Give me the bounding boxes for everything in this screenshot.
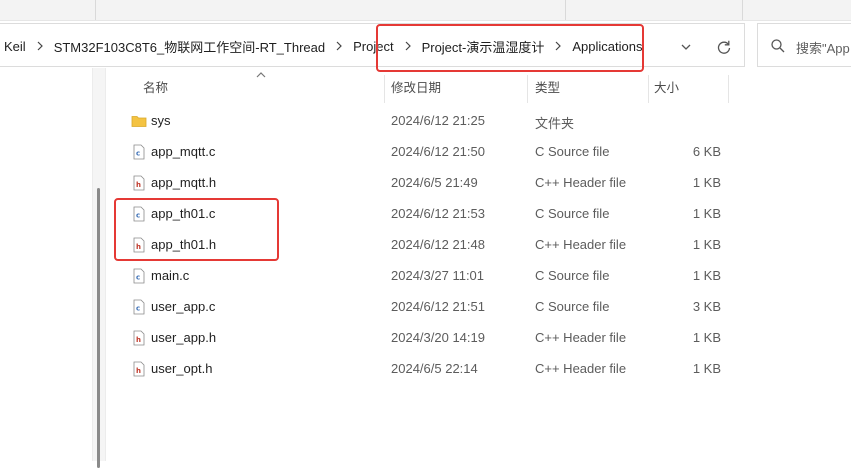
nav-scrollbar[interactable]: [92, 68, 106, 468]
c-source-icon: c: [133, 299, 145, 315]
column-divider[interactable]: [527, 75, 528, 103]
breadcrumb-item[interactable]: Project-演示温湿度计: [418, 37, 549, 56]
svg-text:c: c: [136, 212, 140, 220]
folder-icon: [131, 116, 147, 127]
file-name: user_app.h: [151, 330, 217, 345]
column-divider[interactable]: [728, 75, 729, 103]
file-row[interactable]: c app_mqtt.c 2024/6/12 21:50 C Source fi…: [107, 136, 851, 167]
tab-divider: [742, 0, 743, 20]
file-size: 1 KB: [692, 330, 721, 345]
breadcrumb-item[interactable]: Keil: [0, 39, 30, 54]
breadcrumb-item-current[interactable]: Applications: [568, 39, 646, 54]
file-date: 2024/6/12 21:53: [391, 206, 485, 221]
file-row[interactable]: h user_app.h 2024/3/20 14:19 C++ Header …: [107, 322, 851, 353]
file-name: app_mqtt.h: [151, 175, 217, 190]
svg-text:c: c: [136, 150, 140, 158]
scrollbar-thumb[interactable]: [97, 188, 100, 468]
file-type: C Source file: [535, 206, 610, 221]
tab-strip: [0, 0, 851, 21]
file-size: 6 KB: [692, 144, 721, 159]
file-row[interactable]: h user_opt.h 2024/6/5 22:14 C++ Header f…: [107, 353, 851, 384]
file-row[interactable]: sys 2024/6/12 21:25 文件夹: [107, 105, 851, 136]
chevron-down-icon[interactable]: [676, 37, 696, 57]
c-source-icon: c: [133, 206, 145, 222]
header-file-icon: h: [133, 237, 145, 253]
file-name: sys: [151, 113, 171, 128]
file-type: C Source file: [535, 299, 610, 314]
sort-up-icon: [256, 72, 266, 78]
file-date: 2024/6/12 21:50: [391, 144, 485, 159]
file-list: sys 2024/6/12 21:25 文件夹 c app_mqtt.c 202…: [107, 105, 851, 384]
file-size: 1 KB: [692, 237, 721, 252]
c-source-icon: c: [133, 144, 145, 160]
file-name: app_th01.h: [151, 237, 217, 252]
svg-text:h: h: [136, 367, 141, 375]
search-placeholder: 搜索"App: [796, 41, 850, 56]
file-date: 2024/3/20 14:19: [391, 330, 485, 345]
file-date: 2024/6/5 21:49: [391, 175, 478, 190]
file-row[interactable]: h app_th01.h 2024/6/12 21:48 C++ Header …: [107, 229, 851, 260]
file-date: 2024/6/12 21:48: [391, 237, 485, 252]
tab-divider: [565, 0, 566, 20]
file-type: C Source file: [535, 268, 610, 283]
navigation-pane[interactable]: [0, 68, 92, 461]
file-name: user_app.c: [151, 299, 216, 314]
column-date[interactable]: 修改日期: [391, 75, 441, 101]
file-type: C++ Header file: [535, 361, 627, 376]
breadcrumb-item[interactable]: STM32F103C8T6_物联网工作空间-RT_Thread: [50, 37, 329, 56]
chevron-right-icon[interactable]: [332, 39, 346, 53]
column-size[interactable]: 大小: [654, 75, 679, 101]
file-date: 2024/3/27 11:01: [391, 268, 485, 283]
file-type: 文件夹: [535, 116, 575, 131]
column-type[interactable]: 类型: [535, 75, 560, 101]
file-date: 2024/6/12 21:51: [391, 299, 485, 314]
file-type: C++ Header file: [535, 175, 627, 190]
svg-text:h: h: [136, 243, 141, 251]
svg-text:h: h: [136, 181, 141, 189]
file-size: 1 KB: [692, 268, 721, 283]
breadcrumb: Keil STM32F103C8T6_物联网工作空间-RT_Thread Pro…: [0, 24, 646, 68]
tab-divider: [95, 0, 96, 20]
column-name[interactable]: 名称: [143, 75, 168, 101]
header-file-icon: h: [133, 330, 145, 346]
file-row[interactable]: h app_mqtt.h 2024/6/5 21:49 C++ Header f…: [107, 167, 851, 198]
file-date: 2024/6/12 21:25: [391, 113, 485, 128]
header-file-icon: h: [133, 175, 145, 191]
chevron-right-icon[interactable]: [551, 39, 565, 53]
file-name: app_mqtt.c: [151, 144, 216, 159]
file-size: 3 KB: [692, 299, 721, 314]
file-type: C Source file: [535, 144, 610, 159]
refresh-icon[interactable]: [714, 37, 734, 57]
header-file-icon: h: [133, 361, 145, 377]
chevron-right-icon[interactable]: [401, 39, 415, 53]
column-divider[interactable]: [648, 75, 649, 103]
c-source-icon: c: [133, 268, 145, 284]
file-size: 1 KB: [692, 175, 721, 190]
file-size: 1 KB: [692, 361, 721, 376]
file-date: 2024/6/5 22:14: [391, 361, 478, 376]
file-name: user_opt.h: [151, 361, 213, 376]
file-row[interactable]: c user_app.c 2024/6/12 21:51 C Source fi…: [107, 291, 851, 322]
file-row[interactable]: c main.c 2024/3/27 11:01 C Source file 1…: [107, 260, 851, 291]
file-size: 1 KB: [692, 206, 721, 221]
breadcrumb-item[interactable]: Project: [349, 39, 397, 54]
file-row[interactable]: c app_th01.c 2024/6/12 21:53 C Source fi…: [107, 198, 851, 229]
chevron-right-icon[interactable]: [33, 39, 47, 53]
search-icon: [771, 39, 785, 53]
svg-text:c: c: [136, 274, 140, 282]
svg-text:c: c: [136, 305, 140, 313]
file-type: C++ Header file: [535, 237, 627, 252]
column-divider[interactable]: [384, 75, 385, 103]
search-input[interactable]: 搜索"App: [757, 23, 851, 67]
file-name: main.c: [151, 268, 190, 283]
svg-text:h: h: [136, 336, 141, 344]
column-header: 名称 修改日期 类型 大小: [107, 72, 851, 103]
file-name: app_th01.c: [151, 206, 216, 221]
address-bar[interactable]: Keil STM32F103C8T6_物联网工作空间-RT_Thread Pro…: [0, 23, 745, 67]
file-type: C++ Header file: [535, 330, 627, 345]
